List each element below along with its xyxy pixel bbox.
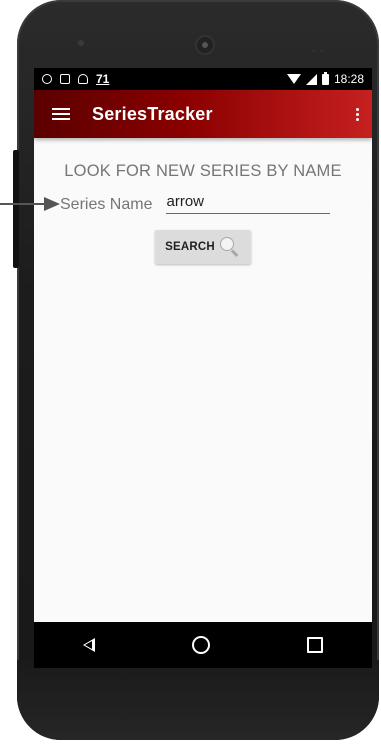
status-time: 18:28	[333, 72, 364, 86]
magnifier-icon	[219, 236, 241, 258]
recent-square-icon[interactable]	[307, 637, 324, 653]
status-bar: 71 18:28	[34, 68, 372, 90]
proximity-sensor	[312, 40, 332, 53]
battery-icon	[321, 71, 329, 85]
front-camera	[197, 37, 213, 53]
navigation-bar	[34, 622, 372, 668]
series-name-input-wrap	[166, 193, 331, 214]
android-icon	[78, 74, 88, 84]
front-sensor	[78, 40, 84, 46]
back-triangle-icon[interactable]	[82, 638, 95, 652]
whatsapp-icon	[42, 74, 52, 84]
device-screen: 71 18:28 SeriesTracker LOOK FOR NEW SERI…	[34, 68, 372, 668]
hamburger-menu-icon[interactable]	[52, 105, 70, 123]
download-icon	[60, 74, 70, 84]
search-button[interactable]: SEARCH	[155, 230, 251, 264]
app-bar: SeriesTracker	[34, 90, 372, 138]
notification-count: 71	[96, 72, 110, 86]
series-name-input[interactable]	[166, 193, 331, 210]
phone-chin	[17, 660, 379, 740]
search-form: LOOK FOR NEW SERIES BY NAME Series Name …	[34, 162, 372, 264]
phone-side-button	[13, 150, 19, 268]
annotation-arrow-line	[0, 203, 46, 205]
wifi-icon	[286, 74, 301, 84]
home-circle-icon[interactable]	[191, 636, 210, 654]
series-name-label: Series Name	[60, 196, 153, 213]
search-button-label: SEARCH	[165, 241, 215, 253]
app-title: SeriesTracker	[92, 103, 213, 124]
overflow-menu-icon[interactable]	[356, 106, 360, 123]
annotation-arrow-head	[44, 197, 60, 211]
signal-icon	[305, 73, 317, 85]
series-name-row: Series Name	[34, 193, 372, 214]
page-heading: LOOK FOR NEW SERIES BY NAME	[64, 162, 342, 180]
